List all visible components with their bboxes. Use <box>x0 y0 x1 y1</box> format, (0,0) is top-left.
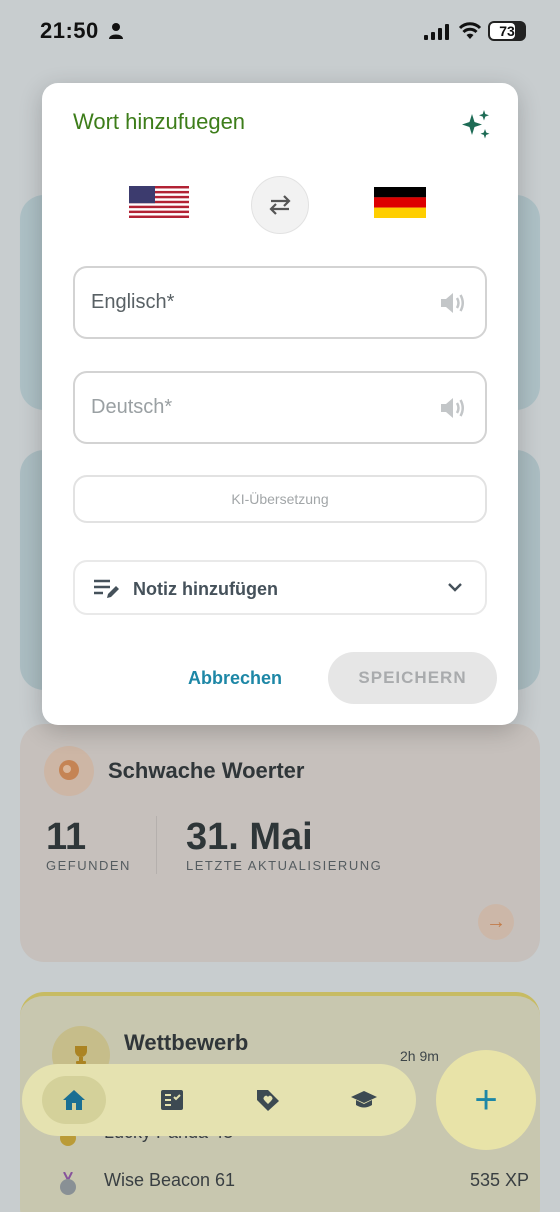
swap-arrows-icon <box>269 195 291 215</box>
english-field[interactable] <box>73 266 487 339</box>
cellular-signal-icon <box>424 24 449 40</box>
add-word-dialog: Wort hinzufuegen Englisch* Deutsch* KI-Ü… <box>42 83 518 725</box>
ai-translate-button[interactable]: KI-Übersetzung <box>73 475 487 523</box>
swap-languages-button[interactable] <box>251 176 309 234</box>
bottom-nav <box>22 1064 416 1136</box>
german-field[interactable] <box>73 371 487 444</box>
speaker-icon[interactable] <box>439 290 467 316</box>
nav-checklist[interactable] <box>140 1076 204 1124</box>
nav-learn[interactable] <box>332 1076 396 1124</box>
chevron-down-icon <box>448 583 462 592</box>
dialog-title: Wort hinzufuegen <box>73 109 246 134</box>
add-note-label: Notiz hinzufügen <box>133 579 278 599</box>
note-edit-icon <box>94 579 119 598</box>
battery-indicator: 73 <box>488 21 526 41</box>
status-bar: 21:50 73 <box>0 0 560 60</box>
save-button[interactable]: SPEICHERN <box>328 652 497 704</box>
sparkle-icon[interactable] <box>460 109 492 141</box>
home-icon <box>63 1090 85 1110</box>
nav-tags[interactable] <box>236 1076 300 1124</box>
us-flag-icon <box>129 186 189 218</box>
person-icon <box>109 23 123 39</box>
wifi-icon <box>458 22 482 39</box>
add-note-expander[interactable]: Notiz hinzufügen <box>73 560 487 615</box>
de-flag-icon <box>374 187 426 218</box>
speaker-icon[interactable] <box>439 395 467 421</box>
graduation-cap-icon <box>351 1091 377 1108</box>
german-input[interactable] <box>91 373 431 442</box>
status-time: 21:50 <box>40 18 99 43</box>
english-input[interactable] <box>91 268 431 337</box>
nav-home[interactable] <box>42 1076 106 1124</box>
cancel-button[interactable]: Abbrechen <box>180 663 290 693</box>
tag-heart-icon <box>257 1090 279 1111</box>
checklist-icon <box>161 1090 183 1110</box>
add-word-fab[interactable]: + <box>436 1050 536 1150</box>
battery-text: 73 <box>499 23 515 39</box>
